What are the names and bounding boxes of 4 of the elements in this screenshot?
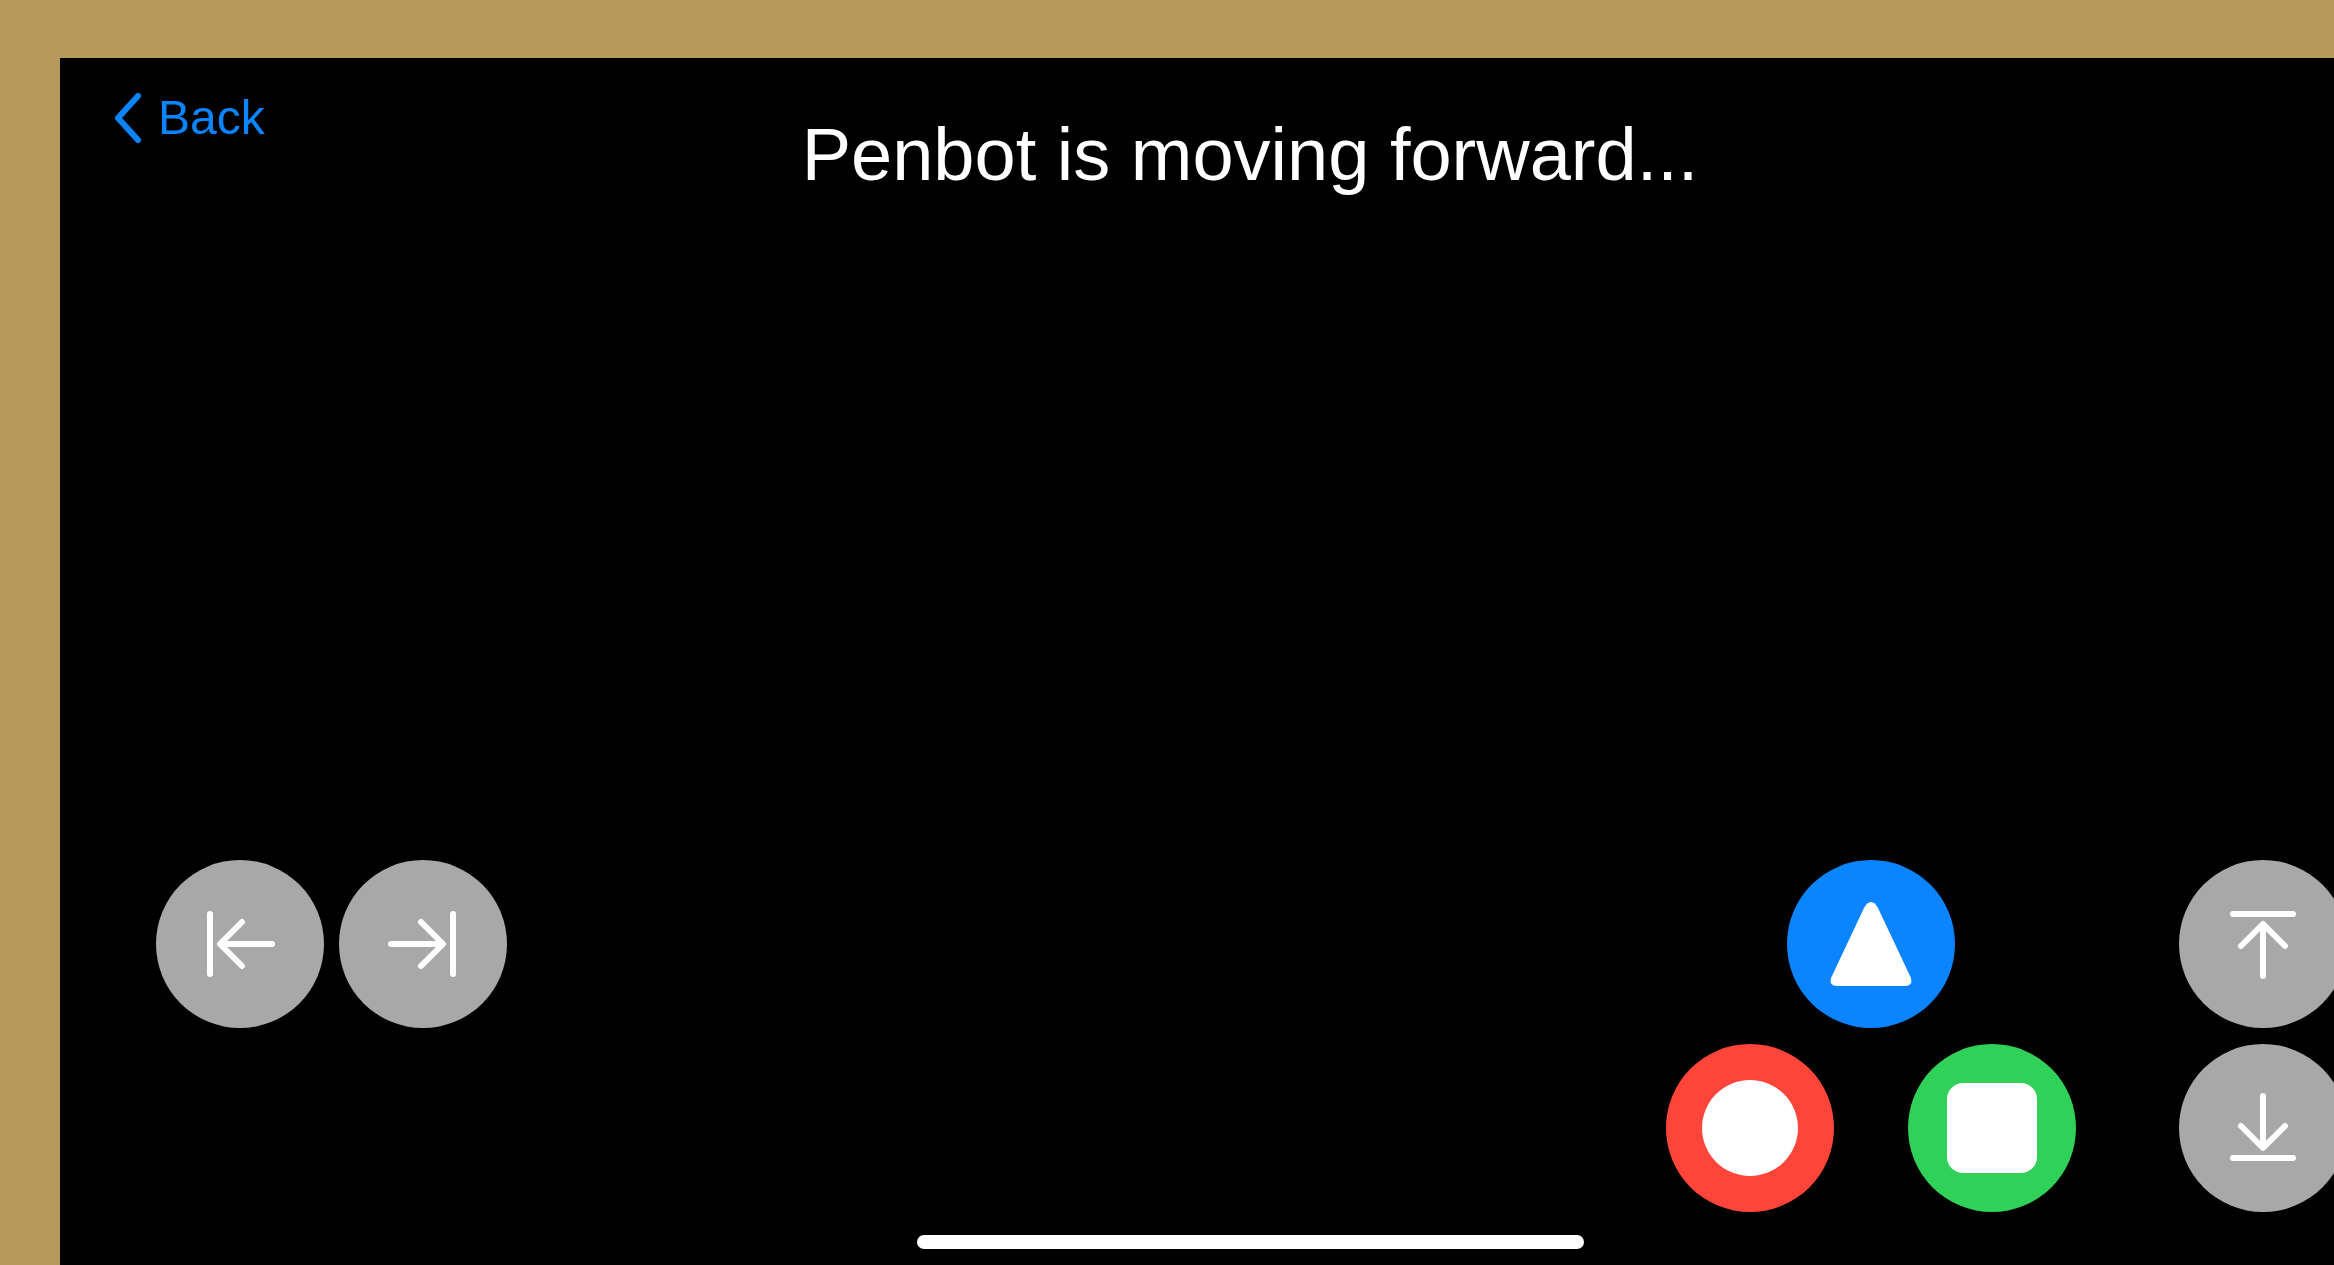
back-button[interactable]: Back: [110, 88, 267, 147]
chevron-left-icon: [112, 91, 142, 144]
status-title: Penbot is moving forward...: [801, 112, 1699, 198]
square-icon: [1947, 1083, 2037, 1173]
